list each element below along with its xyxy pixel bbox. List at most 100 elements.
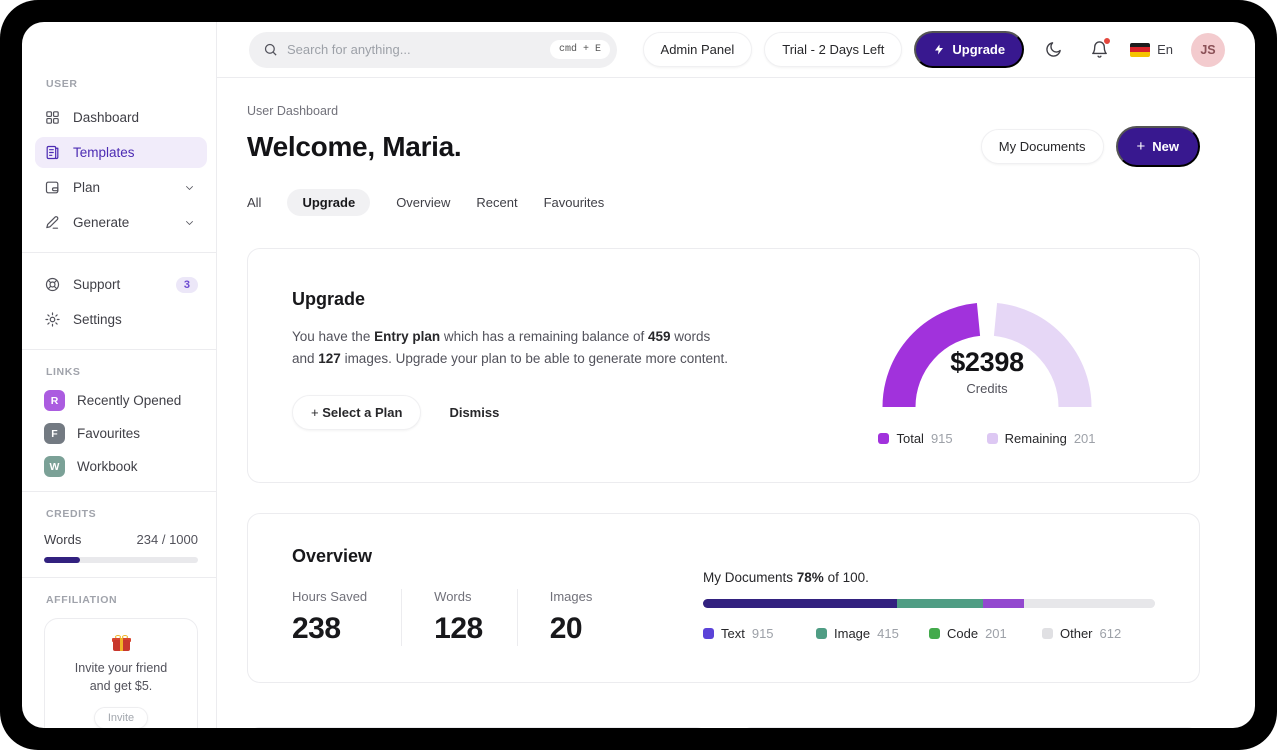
templates-icon [46,145,59,160]
usage-legend: Text 915 Image 415 Code 201 Other 612 [703,626,1155,641]
notification-dot [1103,36,1112,45]
legend-swatch [816,628,827,639]
upgrade-card: Upgrade You have the Entry plan which ha… [247,248,1200,483]
plus-icon: + [1136,138,1146,155]
moon-icon [1045,42,1061,57]
tab-recent[interactable]: Recent [476,189,517,216]
language-switcher[interactable]: En [1130,42,1173,57]
lifebuoy-icon [45,277,60,292]
tab-favourites[interactable]: Favourites [544,189,605,216]
gift-icon [111,635,131,651]
search-placeholder: Search for anything... [287,42,411,57]
letter-badge: F [44,423,65,444]
legend-swatch [703,628,714,639]
sidebar-item-templates[interactable]: Templates [35,137,207,168]
plus-icon: + [311,404,323,420]
user-avatar[interactable]: JS [1191,32,1225,67]
tab-upgrade[interactable]: Upgrade [287,189,371,216]
german-flag-icon [1130,42,1151,57]
pencil-icon [46,216,59,229]
sidebar-link-label: Recently Opened [77,393,182,408]
sidebar-item-label: Generate [73,215,130,230]
sidebar-item-label: Settings [73,312,122,327]
credits-value: $2398 [950,347,1024,377]
usage-legend-other: Other 612 [1042,626,1155,641]
usage-stacked-bar [703,599,1155,608]
gear-icon [45,312,60,327]
stats-row: Hours Saved 238 Words 128 Images 20 [292,589,692,646]
invite-button[interactable]: Invite [93,707,149,728]
tab-all[interactable]: All [247,189,261,216]
lightning-icon [935,44,944,55]
usage-segment-other [1023,599,1155,608]
words-progress-bar [44,557,198,563]
sidebar-link-workbook[interactable]: W Workbook [44,456,198,477]
documents-card: Documents Favourites Untitled Document i… [247,727,709,728]
select-plan-button[interactable]: + Select a Plan [292,394,422,430]
legend-swatch [986,433,998,444]
usage-segment-text [703,599,898,608]
affiliation-card: Invite your friend and get $5. Invite [44,618,198,728]
sidebar-section-affiliation: AFFILIATION [46,594,118,606]
breadcrumb: User Dashboard [247,104,339,118]
legend-remaining: Remaining 201 [986,431,1096,446]
sidebar-item-label: Plan [73,180,101,195]
sidebar-link-favourites[interactable]: F Favourites [44,423,198,444]
sidebar-divider [22,349,216,350]
window-frame: USER Dashboard Templates Plan Generate S… [0,0,1277,750]
trial-button[interactable]: Trial - 2 Days Left [764,32,903,67]
topbar: Search for anything... cmd + E Admin Pan… [217,22,1255,78]
legend-swatch [878,433,890,444]
legend-total: Total 915 [878,431,953,446]
page-title: Welcome, Maria. [247,130,462,162]
grid-icon [46,111,59,124]
letter-badge: W [44,456,65,477]
sidebar-item-plan[interactable]: Plan [35,172,207,203]
notifications-button[interactable] [1082,33,1116,67]
sidebar-item-dashboard[interactable]: Dashboard [35,102,207,133]
sidebar-item-settings[interactable]: Settings [35,304,207,335]
words-progress-fill [44,557,81,563]
filter-tabs: All Upgrade Overview Recent Favourites [247,189,1200,216]
search-shortcut: cmd + E [549,40,610,59]
upgrade-button[interactable]: Upgrade [914,31,1025,68]
dismiss-button[interactable]: Dismiss [449,405,499,420]
wallet-icon [45,181,59,194]
admin-panel-button[interactable]: Admin Panel [642,32,753,67]
sidebar-section-user: USER [46,78,78,90]
usage-legend-image: Image 415 [816,626,929,641]
support-badge: 3 [175,276,198,293]
usage-legend-text: Text 915 [703,626,816,641]
my-documents-button[interactable]: My Documents [980,129,1104,164]
legend-swatch [929,628,940,639]
usage-segment-code [983,599,1024,608]
credits-value: 234 / 1000 [136,532,198,547]
chevron-down-icon [186,220,193,225]
overview-card-title: Overview [292,546,373,566]
sidebar-divider [22,577,216,578]
search-icon [264,43,277,56]
usage-block: My Documents 78% of 100. Text 915 Image 415… [703,546,1155,641]
search-input[interactable]: Search for anything... cmd + E [249,31,617,68]
credits-label: Credits [966,381,1008,396]
usage-segment-image [897,599,984,608]
sidebar-item-label: Templates [73,145,135,160]
sidebar-item-support[interactable]: Support 3 [35,269,207,300]
upgrade-card-body: You have the Entry plan which has a rema… [292,329,729,367]
sidebar-link-recently-opened[interactable]: R Recently Opened [44,390,198,411]
sidebar-link-label: Favourites [77,426,141,441]
sidebar-item-label: Support [73,277,121,292]
sidebar-divider [22,491,216,492]
chevron-down-icon [186,185,193,190]
templates-card: Templates Recently Launched Blog Post Ti… [738,727,1200,728]
stat-hours-saved: Hours Saved 238 [292,589,403,646]
content-area: User Dashboard Welcome, Maria. My Docume… [217,78,1255,728]
sidebar-section-links: LINKS [46,366,81,378]
dark-mode-toggle[interactable] [1036,33,1070,67]
tab-overview[interactable]: Overview [396,189,450,216]
overview-card: Overview Hours Saved 238 Words 128 Image… [247,513,1200,683]
stat-images: Images 20 [549,589,593,645]
sidebar-item-generate[interactable]: Generate [35,207,207,238]
new-button[interactable]: + New [1115,126,1200,167]
sidebar: USER Dashboard Templates Plan Generate S… [22,22,217,728]
